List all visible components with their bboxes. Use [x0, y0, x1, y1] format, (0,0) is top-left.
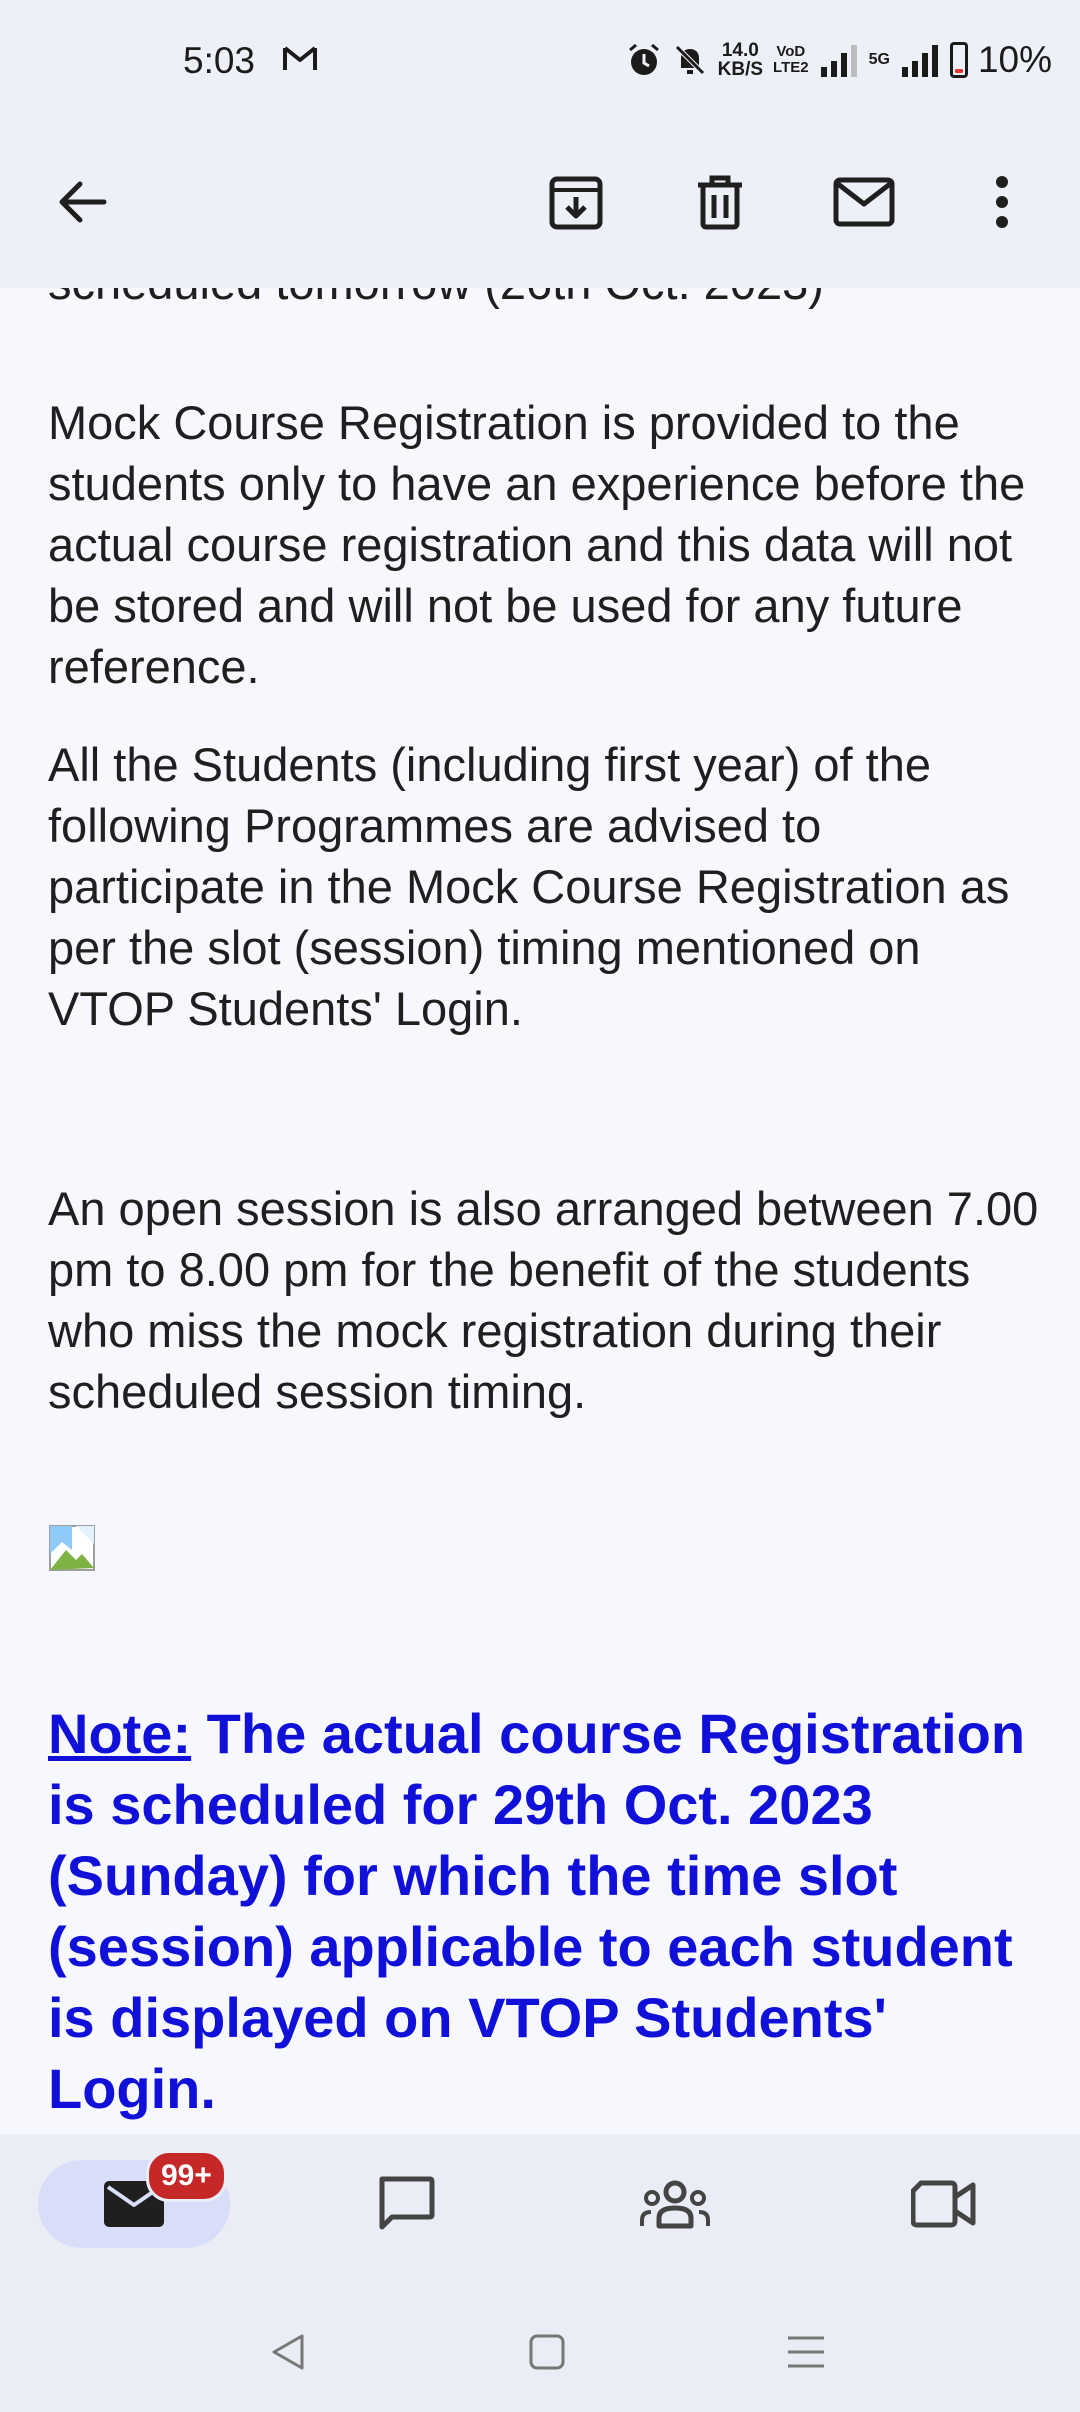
nav-spaces[interactable] [625, 2160, 725, 2248]
volte-top: VoD [776, 43, 806, 60]
signal-icon-2 [901, 45, 938, 77]
bottom-navigation: 99+ [0, 2134, 1080, 2284]
more-vert-icon [996, 176, 1008, 228]
delete-icon [698, 175, 742, 230]
meet-video-icon [911, 2180, 976, 2228]
square-home-icon [529, 2334, 565, 2370]
spaces-icon [640, 2180, 710, 2229]
alarm-icon [628, 43, 659, 75]
chat-icon [379, 2176, 435, 2230]
network-speed: 14.0 KB/S [718, 41, 763, 79]
system-back-button[interactable] [258, 2322, 318, 2382]
note-text: The actual course Registration is schedu… [48, 1702, 1026, 2120]
delete-button[interactable] [680, 162, 760, 242]
paragraph-students-advised: All the Students (including first year) … [48, 738, 1010, 1035]
unread-badge: 99+ [146, 2150, 227, 2202]
nav-chat[interactable] [356, 2160, 456, 2248]
mail-icon [833, 177, 895, 227]
email-body: scheduled tomorrow (26th Oct. 2023) Mock… [0, 288, 1080, 2134]
system-navigation [0, 2284, 1080, 2412]
paragraph-open-session: An open session is also arranged between… [48, 1182, 1039, 1418]
volte-bottom: LTE2 [773, 59, 809, 76]
speed-value: 14.0 [721, 40, 759, 61]
signal-icon-1 [820, 45, 857, 77]
back-arrow-icon [59, 181, 107, 223]
email-toolbar [0, 130, 1080, 288]
gmail-notification-icon [283, 46, 317, 70]
back-button[interactable] [42, 162, 122, 242]
status-time: 5:03 [183, 40, 256, 81]
status-bar: 5:03 14.0 KB/S VoD LTE2 5G 10% [0, 0, 1080, 130]
volte-indicator: VoD LTE2 [773, 44, 809, 76]
menu-lines-icon [788, 2336, 824, 2368]
system-recents-button[interactable] [776, 2322, 836, 2382]
note-label: Note: [48, 1702, 192, 1765]
triangle-back-icon [272, 2334, 304, 2370]
nav-meet[interactable] [894, 2160, 994, 2248]
network-type: 5G [868, 51, 890, 68]
status-icons: 14.0 KB/S VoD LTE2 5G 10% [626, 38, 1052, 82]
system-home-button[interactable] [517, 2322, 577, 2382]
broken-image-icon[interactable] [48, 1524, 96, 1572]
mute-bell-icon [674, 45, 705, 75]
note-paragraph: Note: The actual course Registration is … [48, 1698, 1038, 2124]
partial-line: scheduled tomorrow (26th Oct. 2023) [48, 288, 1048, 313]
archive-icon [549, 176, 603, 230]
battery-percent: 10% [977, 39, 1052, 80]
paragraph-mock-registration: Mock Course Registration is provided to … [48, 396, 1026, 693]
mark-unread-button[interactable] [824, 162, 904, 242]
speed-unit: KB/S [717, 59, 764, 80]
archive-button[interactable] [536, 162, 616, 242]
battery-icon [949, 42, 968, 78]
more-options-button[interactable] [962, 162, 1042, 242]
